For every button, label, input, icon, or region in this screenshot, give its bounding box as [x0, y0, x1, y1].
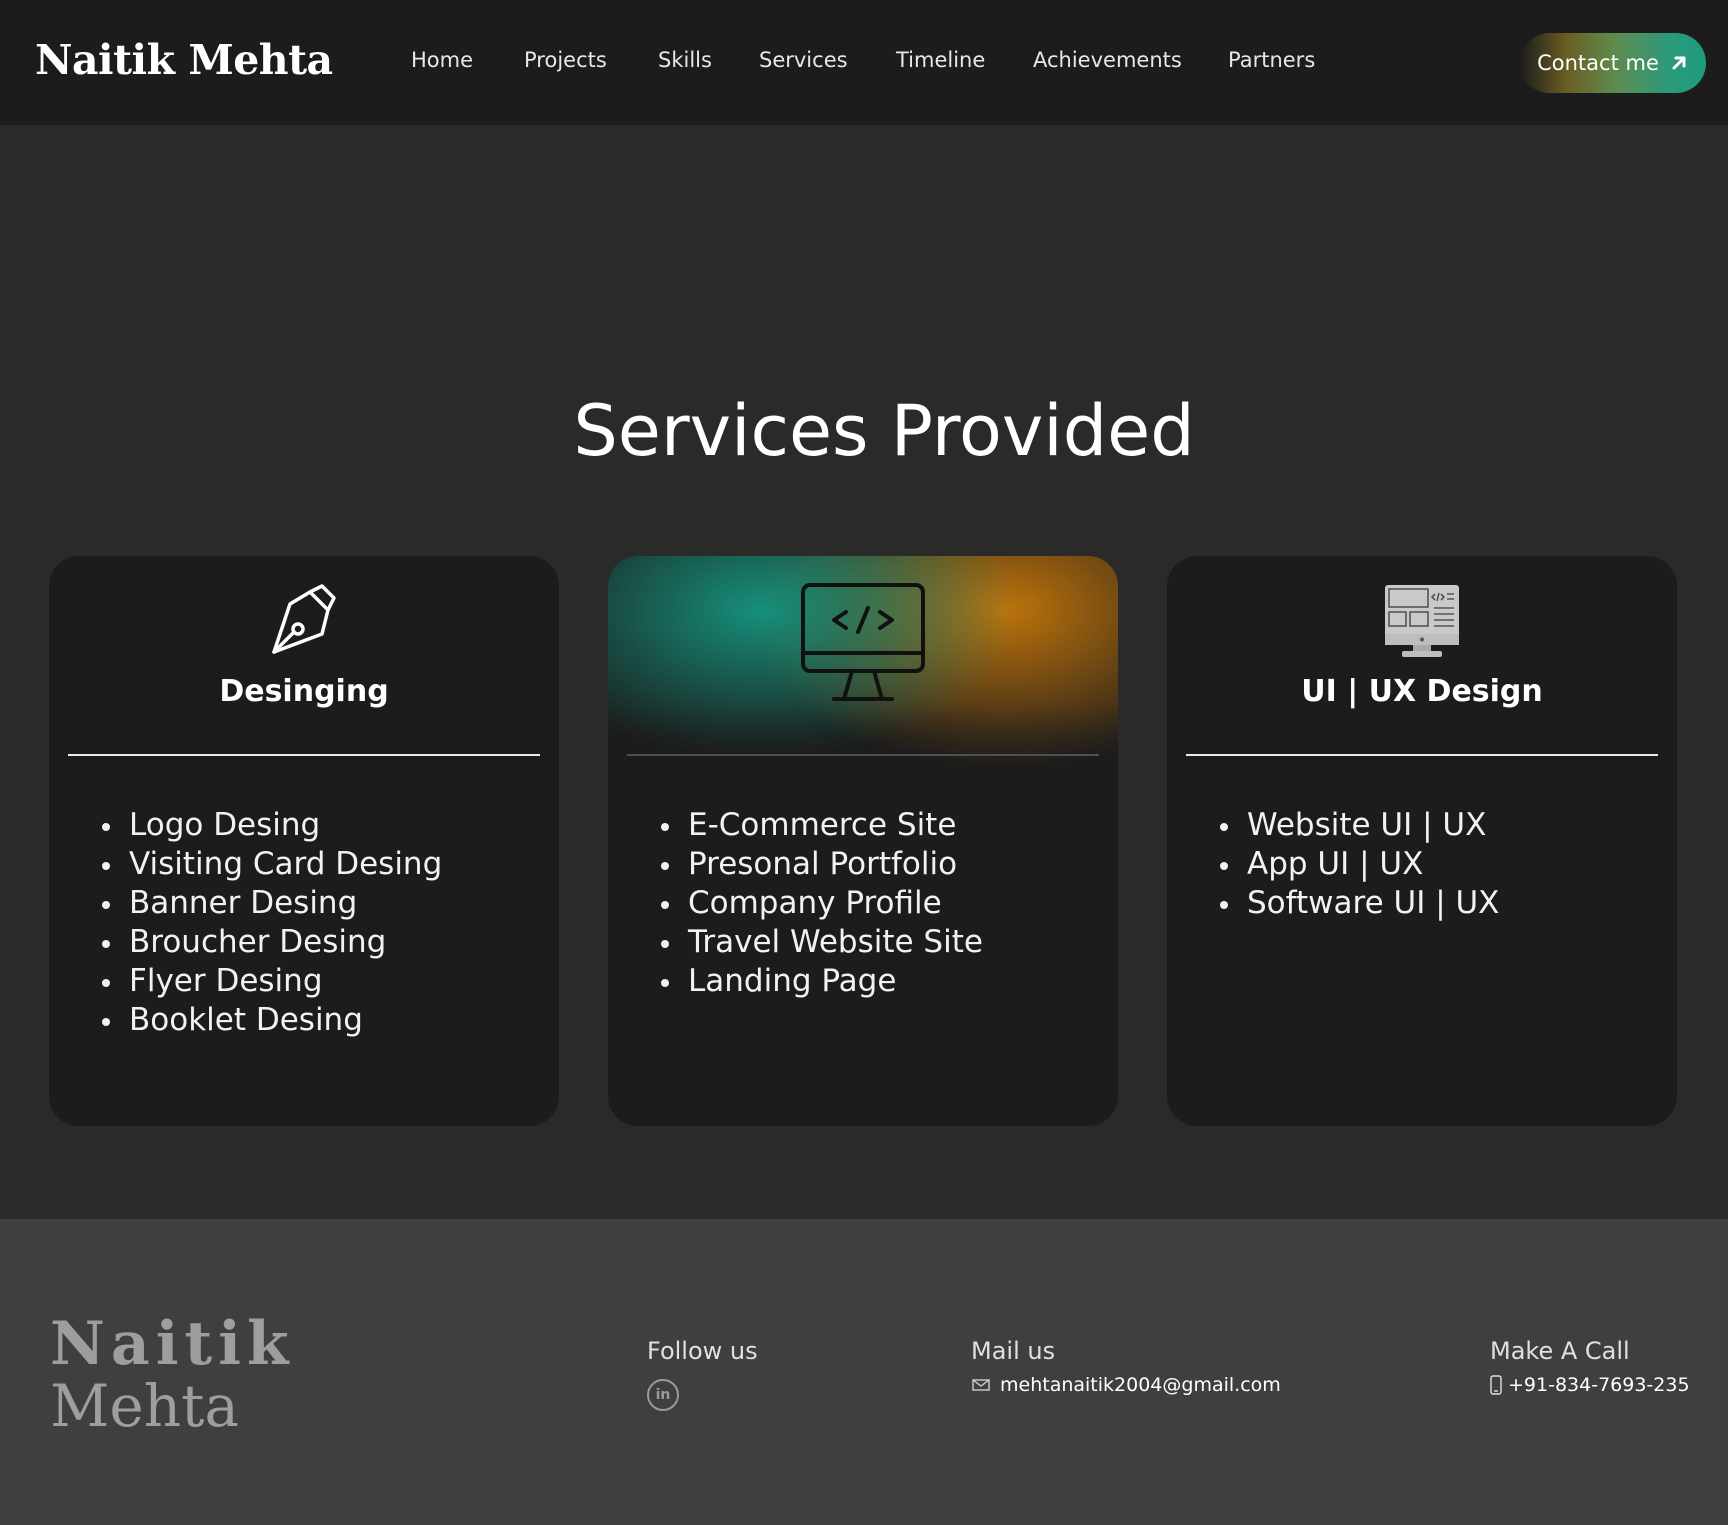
list-item: Website UI | UX — [1219, 806, 1499, 845]
service-card-designing: Desinging Logo Desing Visiting Card Desi… — [49, 556, 559, 1126]
list-item: Logo Desing — [101, 806, 442, 845]
nav-partners[interactable]: Partners — [1228, 48, 1315, 72]
pen-tool-icon — [272, 584, 336, 654]
nav-projects[interactable]: Projects — [524, 48, 607, 72]
service-list: E-Commerce Site Presonal Portfolio Compa… — [648, 806, 983, 1001]
mail-us-heading: Mail us — [971, 1337, 1056, 1365]
list-item: Software UI | UX — [1219, 885, 1500, 921]
nav-services[interactable]: Services — [759, 48, 848, 72]
service-card-ui-ux: UI | UX Design Website UI | UX App UI | … — [1167, 556, 1677, 1126]
list-item: Booklet Desing — [101, 1001, 442, 1040]
make-a-call-heading: Make A Call — [1490, 1337, 1630, 1365]
mail-icon — [972, 1379, 990, 1391]
linkedin-icon[interactable]: in — [647, 1379, 679, 1411]
list-item: E-Commerce Site — [661, 806, 983, 845]
list-item: Visiting Card Desing — [101, 846, 443, 882]
contact-me-button[interactable]: Contact me — [1520, 33, 1706, 93]
footer-brand: Naitik Mehta — [50, 1313, 295, 1437]
code-monitor-icon — [801, 583, 925, 701]
nav-skills[interactable]: Skills — [658, 48, 712, 72]
nav-home[interactable]: Home — [411, 48, 473, 72]
nav-timeline[interactable]: Timeline — [896, 48, 985, 72]
nav-achievements[interactable]: Achievements — [1033, 48, 1182, 72]
phone-text: +91-834-7693-235 — [1508, 1374, 1690, 1396]
footer-brand-line2: Mehta — [50, 1372, 239, 1440]
arrow-up-right-icon — [1672, 56, 1686, 70]
list-item: Flyer Desing — [101, 962, 442, 1001]
list-item: Travel Website Site — [661, 924, 983, 960]
list-item: Presonal Portfolio — [661, 845, 983, 884]
phone-link[interactable]: +91-834-7693-235 — [1490, 1374, 1690, 1396]
card-title: UI | UX Design — [1301, 674, 1543, 709]
service-list: Website UI | UX App UI | UX Software UI … — [1207, 806, 1499, 923]
card-divider — [1186, 754, 1658, 756]
phone-icon — [1490, 1375, 1502, 1395]
list-item: App UI | UX — [1219, 845, 1499, 884]
site-header: Naitik Mehta Home Projects Skills Servic… — [0, 0, 1728, 125]
list-item: Company Profile — [661, 884, 983, 923]
email-link[interactable]: mehtanaitik2004@gmail.com — [972, 1374, 1281, 1396]
list-item: Broucher Desing — [101, 923, 442, 962]
email-text: mehtanaitik2004@gmail.com — [1000, 1374, 1281, 1396]
service-card-web-development: E-Commerce Site Presonal Portfolio Compa… — [608, 556, 1118, 1126]
list-item: Landing Page — [661, 962, 983, 1001]
footer-brand-line1: Naitik — [50, 1309, 295, 1379]
contact-me-label: Contact me — [1537, 51, 1659, 75]
site-footer: Naitik Mehta Follow us in Mail us mehtan… — [0, 1219, 1728, 1525]
service-list: Logo Desing Visiting Card Desing Banner … — [89, 806, 442, 1040]
page-title: Services Provided — [573, 390, 1195, 472]
card-divider — [627, 754, 1099, 756]
card-divider — [68, 754, 540, 756]
main-nav: Home Projects Skills Services Timeline A… — [0, 48, 1728, 78]
list-item: Banner Desing — [101, 884, 442, 923]
linkedin-icon-text: in — [655, 1387, 671, 1403]
follow-us-heading: Follow us — [647, 1337, 758, 1365]
ui-ux-computer-icon — [1385, 585, 1459, 657]
card-title: Desinging — [219, 674, 389, 709]
